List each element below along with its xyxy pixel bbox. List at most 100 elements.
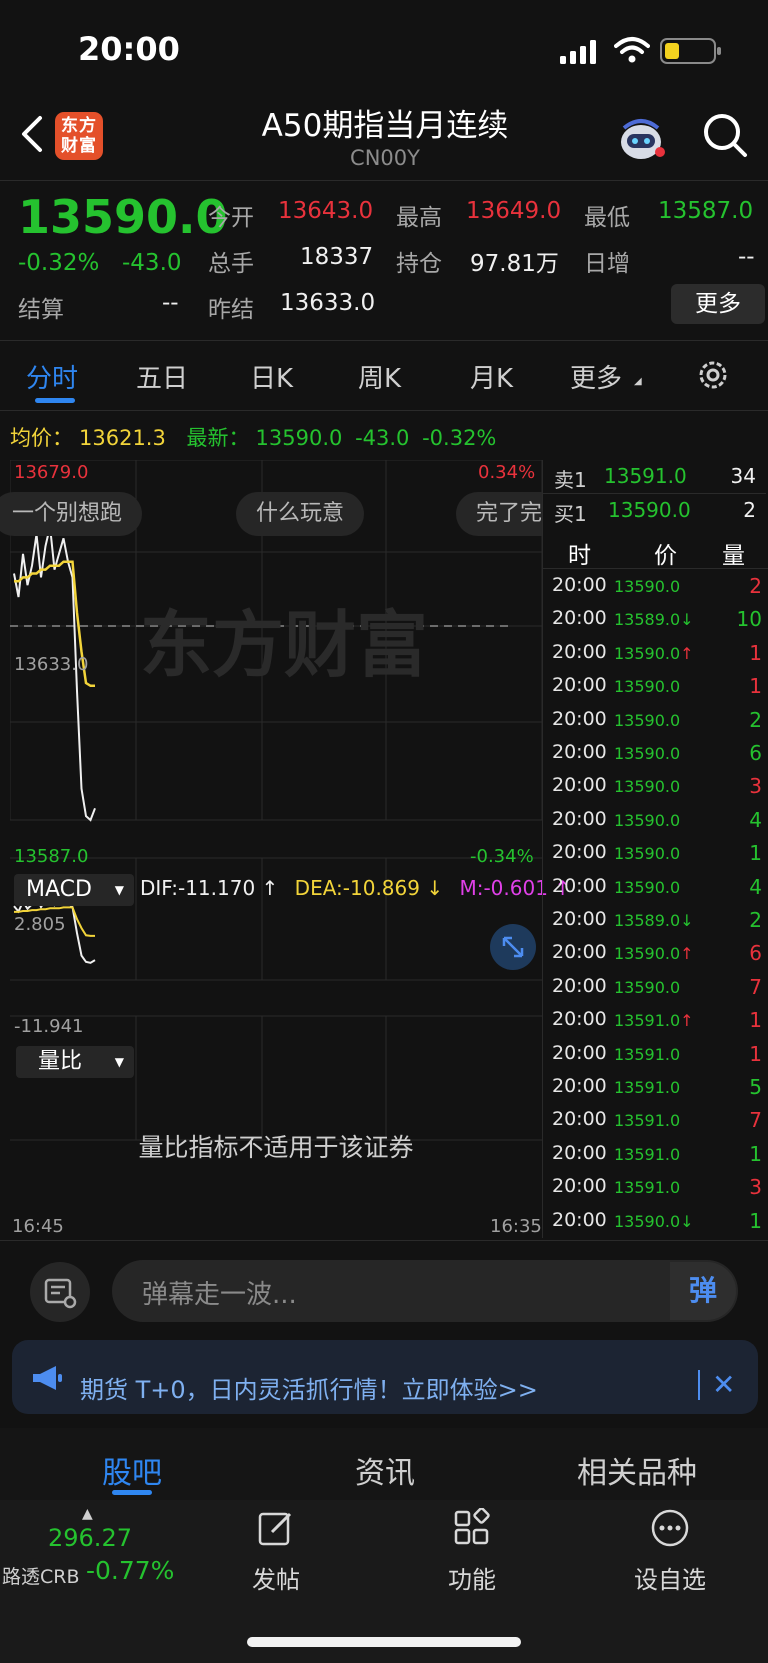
quote-divider: [0, 340, 768, 341]
tick-row[interactable]: 20:00 13590.0↑ 1: [552, 641, 762, 674]
tick-row[interactable]: 20:00 13591.0↑ 1: [552, 1008, 762, 1041]
change-amount: -43.0: [122, 250, 182, 276]
tick-time: 20:00: [552, 1175, 607, 1198]
tab-news[interactable]: 资讯: [355, 1448, 415, 1492]
y-axis-mid: 13633.0: [14, 654, 89, 675]
tick-row[interactable]: 20:00 13591.0 1: [552, 1142, 762, 1175]
tick-row[interactable]: 20:00 13590.0 1: [552, 674, 762, 707]
quote-field-label: 日增: [584, 251, 630, 277]
danmu-toggle-button[interactable]: [30, 1262, 90, 1322]
danmu-bubble[interactable]: 什么玩意: [236, 492, 365, 536]
tick-row[interactable]: 20:00 13589.0↓ 10: [552, 607, 762, 640]
danmu-placeholder: 弹幕走一波...: [142, 1280, 297, 1310]
tick-row[interactable]: 20:00 13590.0 4: [552, 808, 762, 841]
macd-values: DIF:-11.170 ↑ DEA:-10.869 ↓ M:-0.601 ↑: [140, 876, 571, 900]
search-icon[interactable]: [700, 110, 750, 160]
tick-volume: 4: [749, 874, 762, 899]
tick-row[interactable]: 20:00 13590.0 3: [552, 774, 762, 807]
macd-selector[interactable]: MACD ▼: [14, 874, 134, 906]
tick-row[interactable]: 20:00 13591.0 3: [552, 1175, 762, 1208]
macd-top-label: 2.805: [14, 914, 66, 935]
tick-row[interactable]: 20:00 13590.0 2: [552, 574, 762, 607]
intraday-chart[interactable]: [10, 460, 542, 1215]
back-arrow-icon[interactable]: [18, 112, 48, 156]
expand-icon[interactable]: [490, 924, 536, 970]
y-axis-bottom-pct: -0.34%: [470, 846, 534, 867]
ticks-header-price: 价: [654, 543, 677, 569]
tick-price-value: 13590.0: [614, 944, 681, 964]
volume-ratio-selector[interactable]: 量比 ▼: [16, 1046, 134, 1078]
quote-field-label: 昨结: [208, 297, 254, 323]
tab-5[interactable]: 更多: [570, 358, 622, 395]
tick-row[interactable]: 20:00 13591.0 7: [552, 1108, 762, 1141]
tick-price: 13590.0↑: [614, 644, 694, 663]
tick-price: 13589.0↓: [614, 911, 694, 930]
tick-row[interactable]: 20:00 13590.0 6: [552, 741, 762, 774]
tick-row[interactable]: 20:00 13591.0 1: [552, 1042, 762, 1075]
tab-1[interactable]: 五日: [136, 358, 188, 395]
sell-1-row: 卖1 13591.0 34: [542, 460, 766, 494]
tick-row[interactable]: 20:00 13590.0 2: [552, 708, 762, 741]
more-quote-button[interactable]: 更多: [671, 284, 765, 324]
tick-time: 20:00: [552, 941, 607, 964]
tick-price: 13590.0: [614, 677, 680, 696]
ticks-divider: [542, 568, 768, 569]
tick-volume: 1: [749, 640, 762, 665]
tick-arrow: ↓: [680, 610, 694, 630]
tick-row[interactable]: 20:00 13590.0↑ 6: [552, 941, 762, 974]
danmu-bubble[interactable]: 完了完: [456, 492, 542, 536]
banner-separator: [698, 1370, 700, 1400]
tick-arrow: ↑: [680, 1011, 694, 1031]
tick-price: 13590.0↑: [614, 944, 694, 963]
close-icon[interactable]: ✕: [712, 1368, 735, 1401]
index-value[interactable]: 296.27: [48, 1524, 132, 1552]
tick-time: 20:00: [552, 1141, 607, 1164]
tick-volume: 1: [749, 1041, 762, 1066]
quote-field-label: 总手: [208, 251, 254, 277]
tab-3[interactable]: 周K: [358, 358, 401, 395]
buy-1-row: 买1 13590.0 2: [542, 494, 766, 528]
functions-label: 功能: [448, 1566, 496, 1594]
tick-row[interactable]: 20:00 13590.0 7: [552, 975, 762, 1008]
tab-4[interactable]: 月K: [470, 358, 513, 395]
gear-icon[interactable]: [696, 358, 730, 392]
tick-row[interactable]: 20:00 13590.0↓ 1: [552, 1209, 762, 1242]
tick-price-value: 13591.0: [614, 1078, 681, 1097]
banner-text[interactable]: 期货 T+0，日内灵活抓行情！立即体验>>: [80, 1370, 538, 1405]
quote-field-label: 持仓: [396, 251, 442, 277]
quote-field-value: 97.81万: [470, 251, 559, 277]
tick-row[interactable]: 20:00 13591.0 5: [552, 1075, 762, 1108]
megaphone-icon: [33, 1366, 62, 1390]
post-button[interactable]: 发帖: [246, 1508, 306, 1595]
tick-price: 13590.0: [614, 978, 680, 997]
battery-icon: [660, 38, 721, 64]
active-tab-indicator: [35, 398, 75, 403]
tick-price: 13590.0: [614, 811, 680, 830]
tick-row[interactable]: 20:00 13590.0 4: [552, 875, 762, 908]
danmu-send-button[interactable]: 弹: [670, 1262, 736, 1320]
last-value: 13590.0: [255, 426, 343, 450]
tick-price-value: 13590.0: [614, 977, 681, 997]
tab-related[interactable]: 相关品种: [577, 1448, 697, 1492]
tab-0[interactable]: 分时: [26, 358, 78, 395]
tick-price-value: 13591.0: [614, 1178, 681, 1198]
header-divider: [0, 180, 768, 181]
tick-time: 20:00: [552, 974, 607, 997]
tick-volume: 5: [749, 1075, 762, 1099]
tick-row[interactable]: 20:00 13590.0 1: [552, 841, 762, 874]
quote-field-value: 13643.0: [278, 198, 374, 224]
avgline-change: -43.0: [355, 426, 410, 450]
tab-2[interactable]: 日K: [250, 358, 293, 395]
add-watchlist-button[interactable]: 设自选: [630, 1508, 710, 1595]
tick-volume: 6: [749, 741, 762, 765]
caret-up-icon[interactable]: ▲: [82, 1506, 93, 1522]
ticks-header-volume: 量: [722, 543, 745, 569]
danmu-bubble[interactable]: 一个别想跑: [0, 492, 143, 536]
tab-guba[interactable]: 股吧: [102, 1448, 162, 1492]
tick-volume: 3: [749, 774, 762, 799]
status-time: 20:00: [78, 30, 180, 68]
ai-assistant-icon[interactable]: [614, 112, 668, 164]
tick-row[interactable]: 20:00 13589.0↓ 2: [552, 908, 762, 941]
functions-button[interactable]: 功能: [442, 1507, 502, 1595]
input-divider: [0, 1240, 768, 1241]
